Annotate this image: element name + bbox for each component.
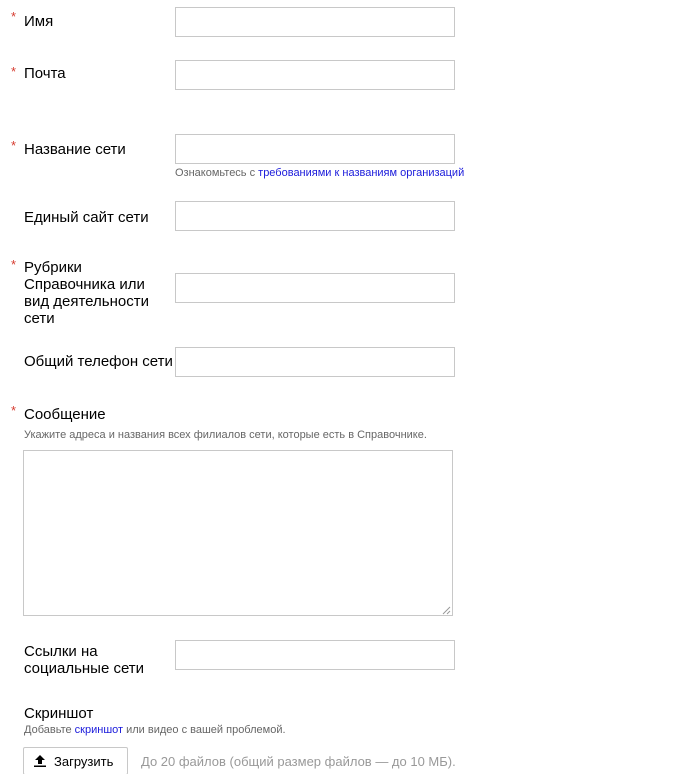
name-label: Имя [24, 13, 54, 30]
network-site-label: Единый сайт сети [24, 209, 149, 226]
required-mark: * [11, 9, 17, 24]
upload-note: До 20 файлов (общий размер файлов — до 1… [141, 754, 456, 769]
message-textarea[interactable] [23, 450, 453, 616]
social-input[interactable] [175, 640, 455, 670]
phone-input[interactable] [175, 347, 455, 377]
phone-label: Общий телефон сети [24, 353, 173, 370]
screenshot-hint: Добавьте скриншот или видео с вашей проб… [24, 724, 286, 737]
screenshot-link[interactable]: скриншот [75, 724, 123, 736]
screenshot-hint-suffix: или видео с вашей проблемой. [123, 724, 286, 736]
screenshot-hint-prefix: Добавьте [24, 724, 75, 736]
rubrics-label-line4: сети [24, 310, 55, 327]
email-input[interactable] [175, 60, 455, 90]
resize-grip-icon[interactable] [441, 605, 451, 615]
message-label: Сообщение [24, 406, 106, 423]
social-label-line2: социальные сети [24, 660, 145, 677]
rubrics-input[interactable] [175, 273, 455, 303]
rubrics-label-line1: Рубрики [24, 259, 82, 276]
required-mark: * [11, 138, 17, 153]
required-mark: * [11, 257, 17, 272]
required-mark: * [11, 403, 17, 418]
upload-button[interactable]: Загрузить [23, 747, 128, 774]
network-name-label: Название сети [24, 141, 126, 158]
screenshot-label: Скриншот [24, 705, 94, 722]
name-input[interactable] [175, 7, 455, 37]
network-name-hint: Ознакомьтесь с требованиями к названиям … [175, 167, 464, 180]
upload-arrow-icon [34, 755, 46, 767]
naming-requirements-link[interactable]: требованиями к названиям организаций [258, 167, 464, 179]
message-hint: Укажите адреса и названия всех филиалов … [24, 429, 427, 441]
required-mark: * [11, 64, 17, 79]
network-name-input[interactable] [175, 134, 455, 164]
network-site-input[interactable] [175, 201, 455, 231]
email-label: Почта [24, 65, 66, 82]
social-label-line1: Ссылки на [24, 643, 98, 660]
network-name-hint-text: Ознакомьтесь с [175, 167, 259, 179]
rubrics-label-line3: вид деятельности [24, 293, 149, 310]
rubrics-label-line2: Справочника или [24, 276, 145, 293]
upload-button-label: Загрузить [54, 753, 114, 769]
